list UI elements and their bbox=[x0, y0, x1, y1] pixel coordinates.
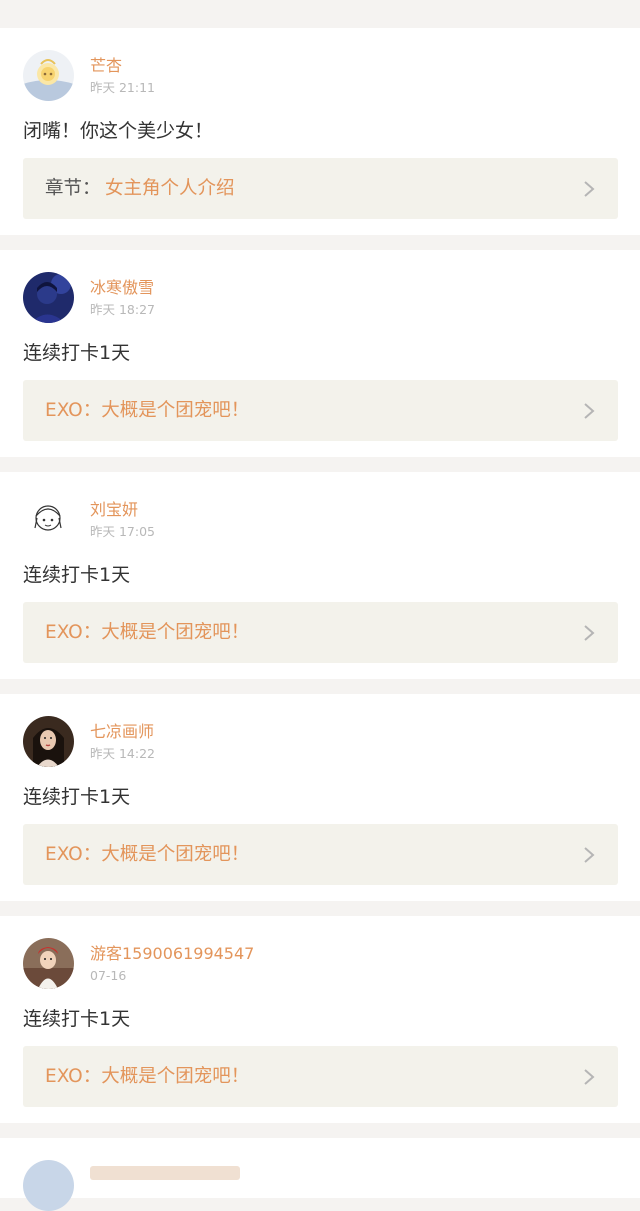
chapter-title: 女主角个人介绍 bbox=[105, 178, 235, 199]
child-portrait-icon[interactable] bbox=[23, 938, 74, 989]
comment-text: 闭嘴！你这个美少女！ bbox=[23, 120, 214, 142]
comment-card: 芒杏 昨天 21:11 闭嘴！你这个美少女！ 章节： 女主角个人介绍 bbox=[0, 28, 640, 235]
chevron-right-icon bbox=[584, 181, 595, 197]
chapter-link[interactable]: EXO：大概是个团宠吧！ bbox=[23, 824, 618, 885]
comment-card: 刘宝妍 昨天 17:05 连续打卡1天 EXO：大概是个团宠吧！ bbox=[0, 472, 640, 679]
timestamp: 昨天 21:11 bbox=[90, 80, 155, 95]
timestamp: 昨天 14:22 bbox=[90, 746, 155, 761]
chapter-prefix-label: 章节： bbox=[45, 178, 101, 199]
comment-text: 连续打卡1天 bbox=[23, 564, 131, 586]
chapter-title: EXO：大概是个团宠吧！ bbox=[45, 1066, 250, 1087]
comment-text: 连续打卡1天 bbox=[23, 342, 131, 364]
sketch-girl-icon[interactable] bbox=[23, 494, 74, 545]
user-name[interactable]: 游客1590061994547 bbox=[90, 944, 254, 964]
user-name[interactable]: 七凉画师 bbox=[90, 722, 154, 742]
chevron-right-icon bbox=[584, 625, 595, 641]
top-spacer bbox=[0, 0, 640, 28]
comment-feed: 芒杏 昨天 21:11 闭嘴！你这个美少女！ 章节： 女主角个人介绍 冰寒傲雪 … bbox=[0, 0, 640, 1211]
comment-card: 七凉画师 昨天 14:22 连续打卡1天 EXO：大概是个团宠吧！ bbox=[0, 694, 640, 901]
user-name[interactable]: 刘宝妍 bbox=[90, 500, 138, 520]
chapter-link[interactable]: EXO：大概是个团宠吧！ bbox=[23, 602, 618, 663]
comment-text: 连续打卡1天 bbox=[23, 1008, 131, 1030]
chevron-right-icon bbox=[584, 403, 595, 419]
comment-text: 连续打卡1天 bbox=[23, 786, 131, 808]
chapter-title: EXO：大概是个团宠吧！ bbox=[45, 622, 250, 643]
timestamp: 昨天 18:27 bbox=[90, 302, 155, 317]
timestamp: 昨天 17:05 bbox=[90, 524, 155, 539]
user-name[interactable]: 冰寒傲雪 bbox=[90, 278, 154, 298]
woman-portrait-icon[interactable] bbox=[23, 716, 74, 767]
comment-card: 游客1590061994547 07-16 连续打卡1天 EXO：大概是个团宠吧… bbox=[0, 916, 640, 1123]
timestamp: 07-16 bbox=[90, 968, 127, 983]
user-name[interactable]: 芒杏 bbox=[90, 56, 122, 76]
sunflower-character-icon[interactable] bbox=[23, 50, 74, 101]
comment-card-partial bbox=[0, 1138, 640, 1211]
comment-card: 冰寒傲雪 昨天 18:27 连续打卡1天 EXO：大概是个团宠吧！ bbox=[0, 250, 640, 457]
chapter-link[interactable]: 章节： 女主角个人介绍 bbox=[23, 158, 618, 219]
avatar[interactable] bbox=[23, 1160, 74, 1211]
chevron-right-icon bbox=[584, 1069, 595, 1085]
chevron-right-icon bbox=[584, 847, 595, 863]
user-name-placeholder bbox=[90, 1166, 240, 1180]
chapter-link[interactable]: EXO：大概是个团宠吧！ bbox=[23, 380, 618, 441]
chapter-title: EXO：大概是个团宠吧！ bbox=[45, 844, 250, 865]
chapter-link[interactable]: EXO：大概是个团宠吧！ bbox=[23, 1046, 618, 1107]
dark-blue-portrait-icon[interactable] bbox=[23, 272, 74, 323]
chapter-title: EXO：大概是个团宠吧！ bbox=[45, 400, 250, 421]
